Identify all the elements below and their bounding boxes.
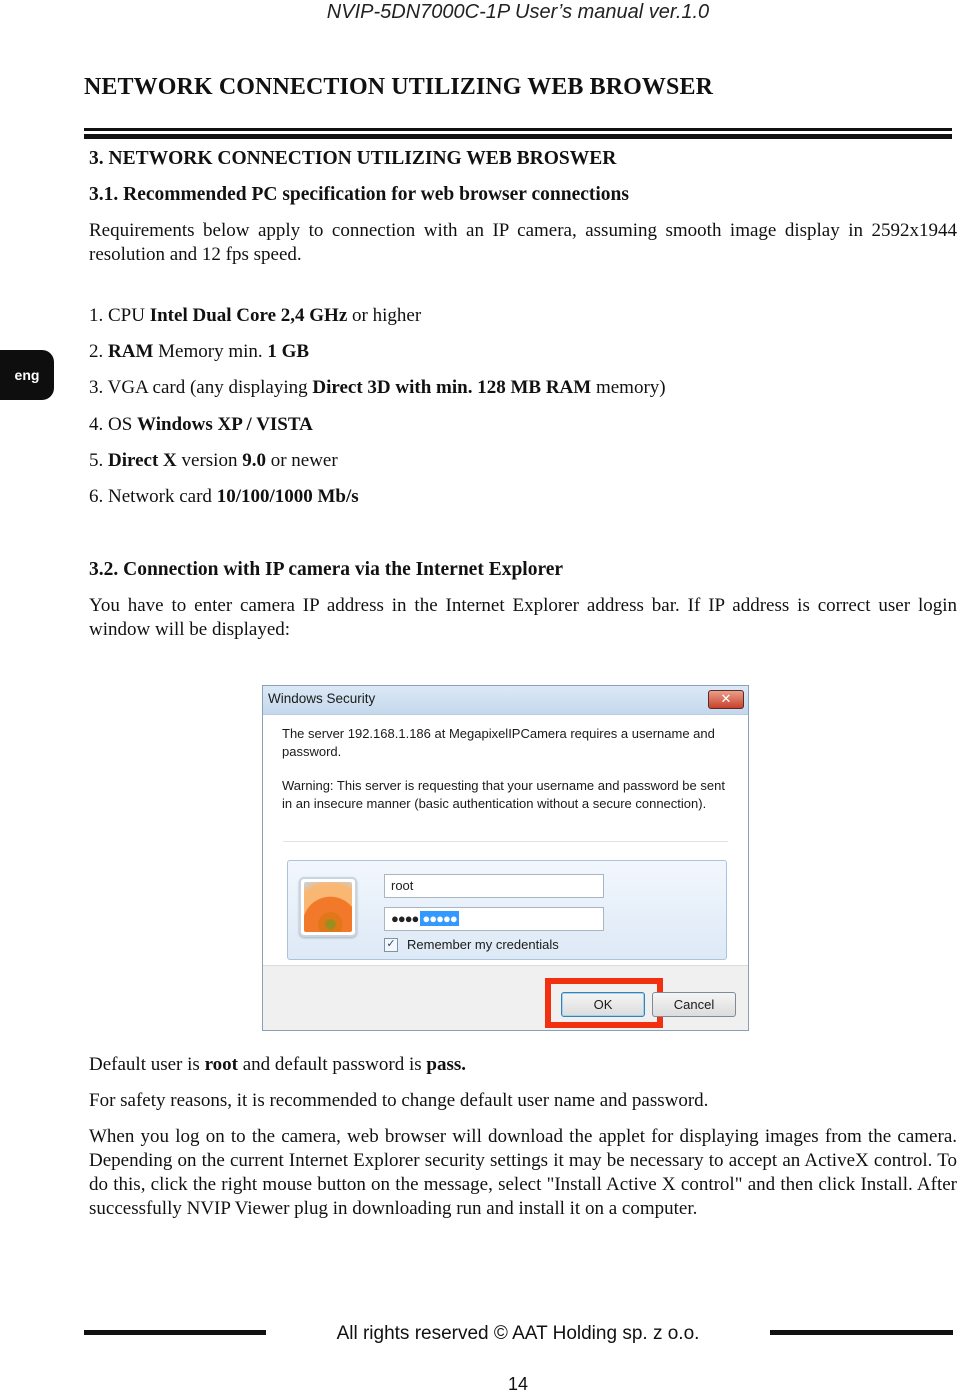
requirement-text: version [176, 450, 243, 471]
windows-security-dialog: Windows Security ✕ The server 192.168.1.… [262, 685, 749, 1031]
remember-credentials-row[interactable]: ✓ Remember my credentials [384, 937, 559, 952]
dialog-message: The server 192.168.1.186 at MegapixelIPC… [282, 726, 715, 759]
language-tab: eng [0, 350, 54, 400]
requirement-value: 9.0 [242, 450, 266, 471]
password-masked-text: ●●●● [391, 911, 419, 926]
requirement-item: 6. Network card 10/100/1000 Mb/s [89, 485, 359, 509]
requirement-number: 3. [89, 377, 104, 398]
dialog-title: Windows Security [268, 691, 376, 706]
requirement-text: OS [103, 414, 138, 435]
requirement-item: 5. Direct X version 9.0 or newer [89, 449, 338, 473]
dialog-warning: Warning: This server is requesting that … [282, 778, 725, 811]
user-avatar-icon [299, 877, 357, 937]
header-rule-thin [84, 128, 952, 131]
requirement-text: or higher [347, 305, 422, 326]
requirement-text: CPU [103, 305, 150, 326]
requirement-text: Network card [103, 486, 217, 507]
requirement-item: 3. VGA card (any displaying Direct 3D wi… [89, 376, 666, 400]
subsection-heading-3-1: 3.1. Recommended PC specification for we… [89, 184, 629, 205]
safety-note: For safety reasons, it is recommended to… [89, 1090, 709, 1111]
default-credentials-note: Default user is root and default passwor… [89, 1053, 957, 1077]
default-text-1: Default user is [89, 1054, 205, 1075]
requirement-number: 1. [89, 305, 104, 326]
ok-button[interactable]: OK [561, 992, 645, 1017]
dialog-separator [283, 841, 728, 842]
password-input[interactable]: ●●●● ●●●●● [384, 907, 604, 931]
footer-copyright: All rights reserved © AAT Holding sp. z … [336, 1323, 700, 1344]
subsection-heading-3-2: 3.2. Connection with IP camera via the I… [89, 559, 564, 580]
remember-checkbox[interactable]: ✓ [384, 937, 398, 952]
section-heading: 3. NETWORK CONNECTION UTILIZING WEB BROS… [89, 148, 617, 169]
remember-label: Remember my credentials [407, 937, 559, 952]
running-header: NVIP-5DN7000C-1P User’s manual ver.1.0 [326, 1, 710, 23]
dialog-titlebar: Windows Security ✕ [263, 686, 748, 715]
default-password: pass. [426, 1054, 466, 1075]
requirement-value: Direct 3D with min. 128 MB RAM [312, 377, 592, 398]
requirement-item: 1. CPU Intel Dual Core 2,4 GHz or higher [89, 304, 421, 328]
password-selected-text: ●●●●● [420, 911, 459, 926]
requirement-text: memory) [591, 377, 666, 398]
requirement-text: Memory min. [153, 341, 268, 362]
requirement-number: 2. [89, 341, 104, 362]
credentials-panel: root ●●●● ●●●●● ✓ Remember my credentials [287, 860, 727, 960]
requirement-item: 2. RAM Memory min. 1 GB [89, 340, 309, 364]
page-number: 14 [507, 1374, 529, 1394]
requirement-number: 4. [89, 414, 104, 435]
requirement-value: Direct X [108, 450, 177, 471]
default-text-2: and default password is [237, 1054, 427, 1075]
requirement-number: 6. [89, 486, 104, 507]
requirement-value: Intel Dual Core 2,4 GHz [149, 305, 348, 326]
username-input[interactable]: root [384, 874, 604, 898]
requirement-number: 5. [89, 450, 104, 471]
requirement-value: RAM [108, 341, 154, 362]
close-icon[interactable]: ✕ [708, 690, 744, 709]
activex-note: When you log on to the camera, web brows… [89, 1126, 957, 1219]
chapter-title: NETWORK CONNECTION UTILIZING WEB BROWSER [84, 74, 714, 100]
requirement-text: or newer [265, 450, 338, 471]
connection-intro: You have to enter camera IP address in t… [89, 595, 957, 640]
cancel-button[interactable]: Cancel [652, 992, 736, 1017]
requirement-value: 10/100/1000 Mb/s [216, 486, 359, 507]
requirement-value: 1 GB [267, 341, 310, 362]
requirement-text: VGA card (any displaying [103, 377, 313, 398]
requirement-item: 4. OS Windows XP / VISTA [89, 413, 313, 437]
default-user: root [204, 1054, 238, 1075]
requirements-intro: Requirements below apply to connection w… [89, 220, 957, 265]
requirement-value: Windows XP / VISTA [137, 414, 313, 435]
header-rule-thick [84, 134, 952, 139]
